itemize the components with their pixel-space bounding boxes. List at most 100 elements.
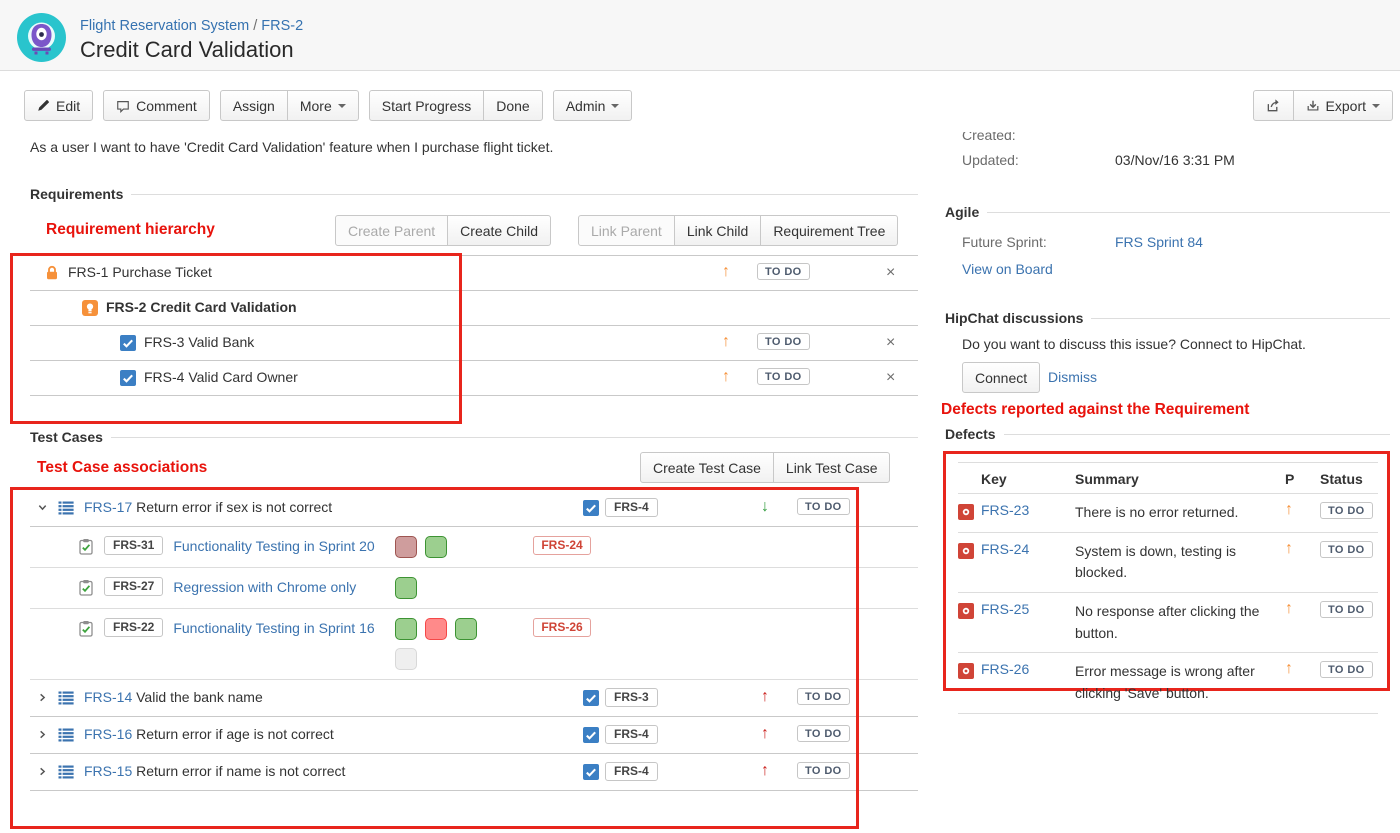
requirement-link[interactable]: FRS-4 Valid Card Owner <box>144 369 298 385</box>
defect-row: FRS-24System is down, testing is blocked… <box>958 533 1378 593</box>
requirement-link[interactable]: FRS-3 Valid Bank <box>144 334 254 350</box>
linked-defect-badge[interactable]: FRS-26 <box>533 618 590 637</box>
chevron-right-icon[interactable] <box>37 729 48 740</box>
checkbox-task-icon <box>583 727 599 743</box>
start-progress-button[interactable]: Start Progress <box>369 90 484 121</box>
requirement-link[interactable]: FRS-2 Credit Card Validation <box>106 299 297 315</box>
linked-requirement-badge[interactable]: FRS-4 <box>605 725 658 744</box>
execution-key-badge[interactable]: FRS-31 <box>104 536 163 555</box>
create-test-case-button[interactable]: Create Test Case <box>640 452 774 483</box>
hipchat-dismiss-link[interactable]: Dismiss <box>1048 369 1097 385</box>
link-test-case-button[interactable]: Link Test Case <box>773 452 891 483</box>
test-case-key-link[interactable]: FRS-16 <box>84 726 132 742</box>
hipchat-connect-button[interactable]: Connect <box>962 362 1040 393</box>
requirement-tree-button[interactable]: Requirement Tree <box>760 215 898 246</box>
clipboard-check-icon <box>78 538 94 555</box>
requirement-link[interactable]: FRS-1 Purchase Ticket <box>68 264 212 280</box>
chevron-right-icon[interactable] <box>37 766 48 777</box>
priority-high-icon: ↑ <box>722 264 730 280</box>
chevron-right-icon[interactable] <box>37 692 48 703</box>
remove-link-icon[interactable]: × <box>886 370 895 386</box>
execution-key-badge[interactable]: FRS-22 <box>104 618 163 637</box>
issue-toolbar: Edit Comment Assign More Start Progress … <box>24 90 632 121</box>
test-case-block: FRS-16 Return error if age is not correc… <box>30 717 918 754</box>
priority-highest-icon: ↑ <box>761 763 769 779</box>
breadcrumb-project-link[interactable]: Flight Reservation System <box>80 18 249 34</box>
test-case-associations-annotation: Test Case associations <box>37 459 207 477</box>
admin-dropdown-button[interactable]: Admin <box>553 90 633 121</box>
status-badge: TO DO <box>797 762 850 779</box>
chevron-down-icon[interactable] <box>37 502 48 513</box>
linked-requirement-badge[interactable]: FRS-3 <box>605 688 658 707</box>
test-case-icon <box>58 500 74 516</box>
test-case-title: FRS-17 Return error if sex is not correc… <box>84 499 332 515</box>
execution-fail-muted-square[interactable] <box>395 536 417 558</box>
comment-button[interactable]: Comment <box>103 90 210 121</box>
done-button[interactable]: Done <box>483 90 542 121</box>
breadcrumb-issue-link[interactable]: FRS-2 <box>261 18 303 34</box>
status-badge: TO DO <box>757 333 810 350</box>
defects-col-key: Key <box>981 471 1007 487</box>
create-parent-button[interactable]: Create Parent <box>335 215 448 246</box>
requirement-row: FRS-3 Valid Bank ↑ TO DO × <box>30 326 918 361</box>
test-case-key-link[interactable]: FRS-17 <box>84 499 132 515</box>
linked-requirement: FRS-4 <box>583 725 658 744</box>
execution-key-badge[interactable]: FRS-27 <box>104 577 163 596</box>
execution-not-run-square[interactable] <box>395 648 417 670</box>
priority-high-icon: ↑ <box>722 334 730 350</box>
export-dropdown-button[interactable]: Export <box>1293 90 1393 121</box>
status-badge: TO DO <box>1320 661 1373 678</box>
status-badge: TO DO <box>1320 541 1373 558</box>
breadcrumb-separator: / <box>249 18 261 34</box>
linked-requirement-badge[interactable]: FRS-4 <box>605 498 658 517</box>
test-execution-row: FRS-27 Regression with Chrome only <box>30 568 918 609</box>
linked-requirement-badge[interactable]: FRS-4 <box>605 762 658 781</box>
requirement-hierarchy-annotation: Requirement hierarchy <box>46 221 215 239</box>
defect-key-link[interactable]: FRS-25 <box>981 601 1029 617</box>
defect-summary: There is no error returned. <box>1075 494 1273 532</box>
link-parent-button[interactable]: Link Parent <box>578 215 675 246</box>
share-button[interactable] <box>1253 90 1294 121</box>
view-on-board-link[interactable]: View on Board <box>962 261 1053 277</box>
execution-title-link[interactable]: Functionality Testing in Sprint 16 <box>173 618 385 638</box>
execution-pass-square[interactable] <box>425 536 447 558</box>
status-badge: TO DO <box>757 368 810 385</box>
bug-icon <box>958 663 974 679</box>
execution-pass-square[interactable] <box>395 618 417 640</box>
linked-defect-badge[interactable]: FRS-24 <box>533 536 590 555</box>
more-dropdown-button[interactable]: More <box>287 90 359 121</box>
test-case-row: FRS-15 Return error if name is not corre… <box>30 754 918 791</box>
test-case-key-link[interactable]: FRS-14 <box>84 689 132 705</box>
agile-section-title: Agile <box>945 204 1390 220</box>
defect-key-link[interactable]: FRS-23 <box>981 502 1029 518</box>
create-child-button[interactable]: Create Child <box>447 215 551 246</box>
status-badge: TO DO <box>797 498 850 515</box>
execution-pass-square[interactable] <box>395 577 417 599</box>
remove-link-icon[interactable]: × <box>886 265 895 281</box>
defect-row: FRS-25 No response after clicking the but… <box>958 593 1378 653</box>
link-child-button[interactable]: Link Child <box>674 215 761 246</box>
test-case-key-link[interactable]: FRS-15 <box>84 763 132 779</box>
execution-fail-square[interactable] <box>425 618 447 640</box>
future-sprint-link[interactable]: FRS Sprint 84 <box>1115 234 1203 250</box>
test-case-row: FRS-14 Valid the bank nameFRS-3↑TO DO <box>30 680 918 717</box>
assign-button[interactable]: Assign <box>220 90 288 121</box>
linked-requirement: FRS-4 <box>583 762 658 781</box>
future-sprint-label: Future Sprint: <box>962 234 1047 250</box>
defect-summary: No response after clicking the button. <box>1075 593 1273 652</box>
execution-title-link[interactable]: Regression with Chrome only <box>173 577 385 597</box>
test-case-title: FRS-16 Return error if age is not correc… <box>84 726 334 742</box>
defect-key-link[interactable]: FRS-26 <box>981 661 1029 677</box>
remove-link-icon[interactable]: × <box>886 335 895 351</box>
defects-table-header: Key Summary P Status <box>958 463 1378 494</box>
updated-date-row: Updated: 03/Nov/16 3:31 PM <box>962 152 1019 168</box>
edit-button[interactable]: Edit <box>24 90 93 121</box>
defect-key-link[interactable]: FRS-24 <box>981 541 1029 557</box>
lock-icon <box>44 265 60 281</box>
test-case-icon <box>58 727 74 743</box>
status-badge: TO DO <box>797 688 850 705</box>
execution-pass-square[interactable] <box>455 618 477 640</box>
execution-title-link[interactable]: Functionality Testing in Sprint 20 <box>173 536 385 556</box>
clipboard-check-icon <box>78 620 94 637</box>
chevron-down-icon <box>611 104 619 108</box>
